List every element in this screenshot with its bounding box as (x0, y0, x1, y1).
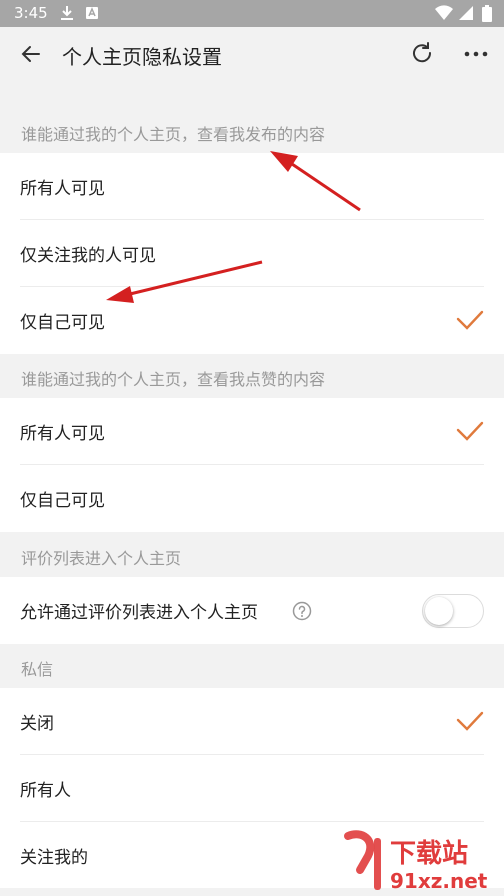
checkmark-icon (456, 421, 484, 441)
toggle-label: 允许通过评价列表进入个人主页 (20, 603, 258, 623)
status-time: 3:45 (14, 4, 48, 22)
notification-app-icon (86, 7, 98, 19)
option-row[interactable]: 所有人可见 (0, 398, 504, 465)
option-label: 仅自己可见 (20, 313, 105, 333)
download-icon (61, 6, 73, 20)
option-label: 所有人可见 (20, 179, 105, 199)
review-list-settings: 允许通过评价列表进入个人主页 (0, 577, 504, 644)
published-content-options: 所有人可见 仅关注我的人可见 仅自己可见 (0, 153, 504, 354)
battery-icon (482, 5, 492, 22)
checkmark-icon (456, 711, 484, 731)
toggle-knob (425, 597, 453, 625)
option-row[interactable]: 所有人可见 (0, 153, 504, 220)
option-row[interactable]: 仅自己可见 (0, 287, 504, 354)
option-label: 关注我的 (20, 848, 88, 868)
checkmark-icon (456, 310, 484, 330)
page-title: 个人主页隐私设置 (62, 45, 222, 69)
option-row[interactable]: 仅关注我的人可见 (0, 220, 504, 287)
wifi-icon (435, 5, 453, 21)
option-row[interactable]: 所有人 (0, 755, 504, 822)
review-entry-toggle[interactable] (422, 594, 484, 628)
toggle-row: 允许通过评价列表进入个人主页 (0, 577, 504, 644)
signal-icon (459, 6, 473, 20)
liked-content-options: 所有人可见 仅自己可见 (0, 398, 504, 532)
option-label: 仅关注我的人可见 (20, 246, 156, 266)
help-icon[interactable] (292, 601, 312, 621)
section-header-published-content: 谁能通过我的个人主页，查看我发布的内容 (0, 109, 504, 153)
refresh-icon[interactable] (408, 40, 436, 68)
more-options-icon[interactable] (462, 40, 490, 68)
watermark-url: 91xz.net (390, 869, 488, 893)
option-label: 仅自己可见 (20, 491, 105, 511)
status-bar: 3:45 (0, 0, 504, 27)
option-row[interactable]: 关闭 (0, 688, 504, 755)
section-header-liked-content: 谁能通过我的个人主页，查看我点赞的内容 (0, 354, 504, 398)
section-header-review-list: 评价列表进入个人主页 (0, 533, 504, 577)
back-arrow-icon[interactable] (17, 40, 45, 68)
option-label: 关闭 (20, 714, 54, 734)
watermark-logo: 下载站 91xz.net (344, 830, 488, 893)
app-bar: 个人主页隐私设置 (0, 27, 504, 81)
option-label: 所有人 (20, 781, 71, 801)
option-label: 所有人可见 (20, 424, 105, 444)
watermark-brand: 下载站 (390, 839, 468, 869)
option-row[interactable]: 仅自己可见 (0, 465, 504, 532)
section-header-private-message: 私信 (0, 644, 504, 688)
